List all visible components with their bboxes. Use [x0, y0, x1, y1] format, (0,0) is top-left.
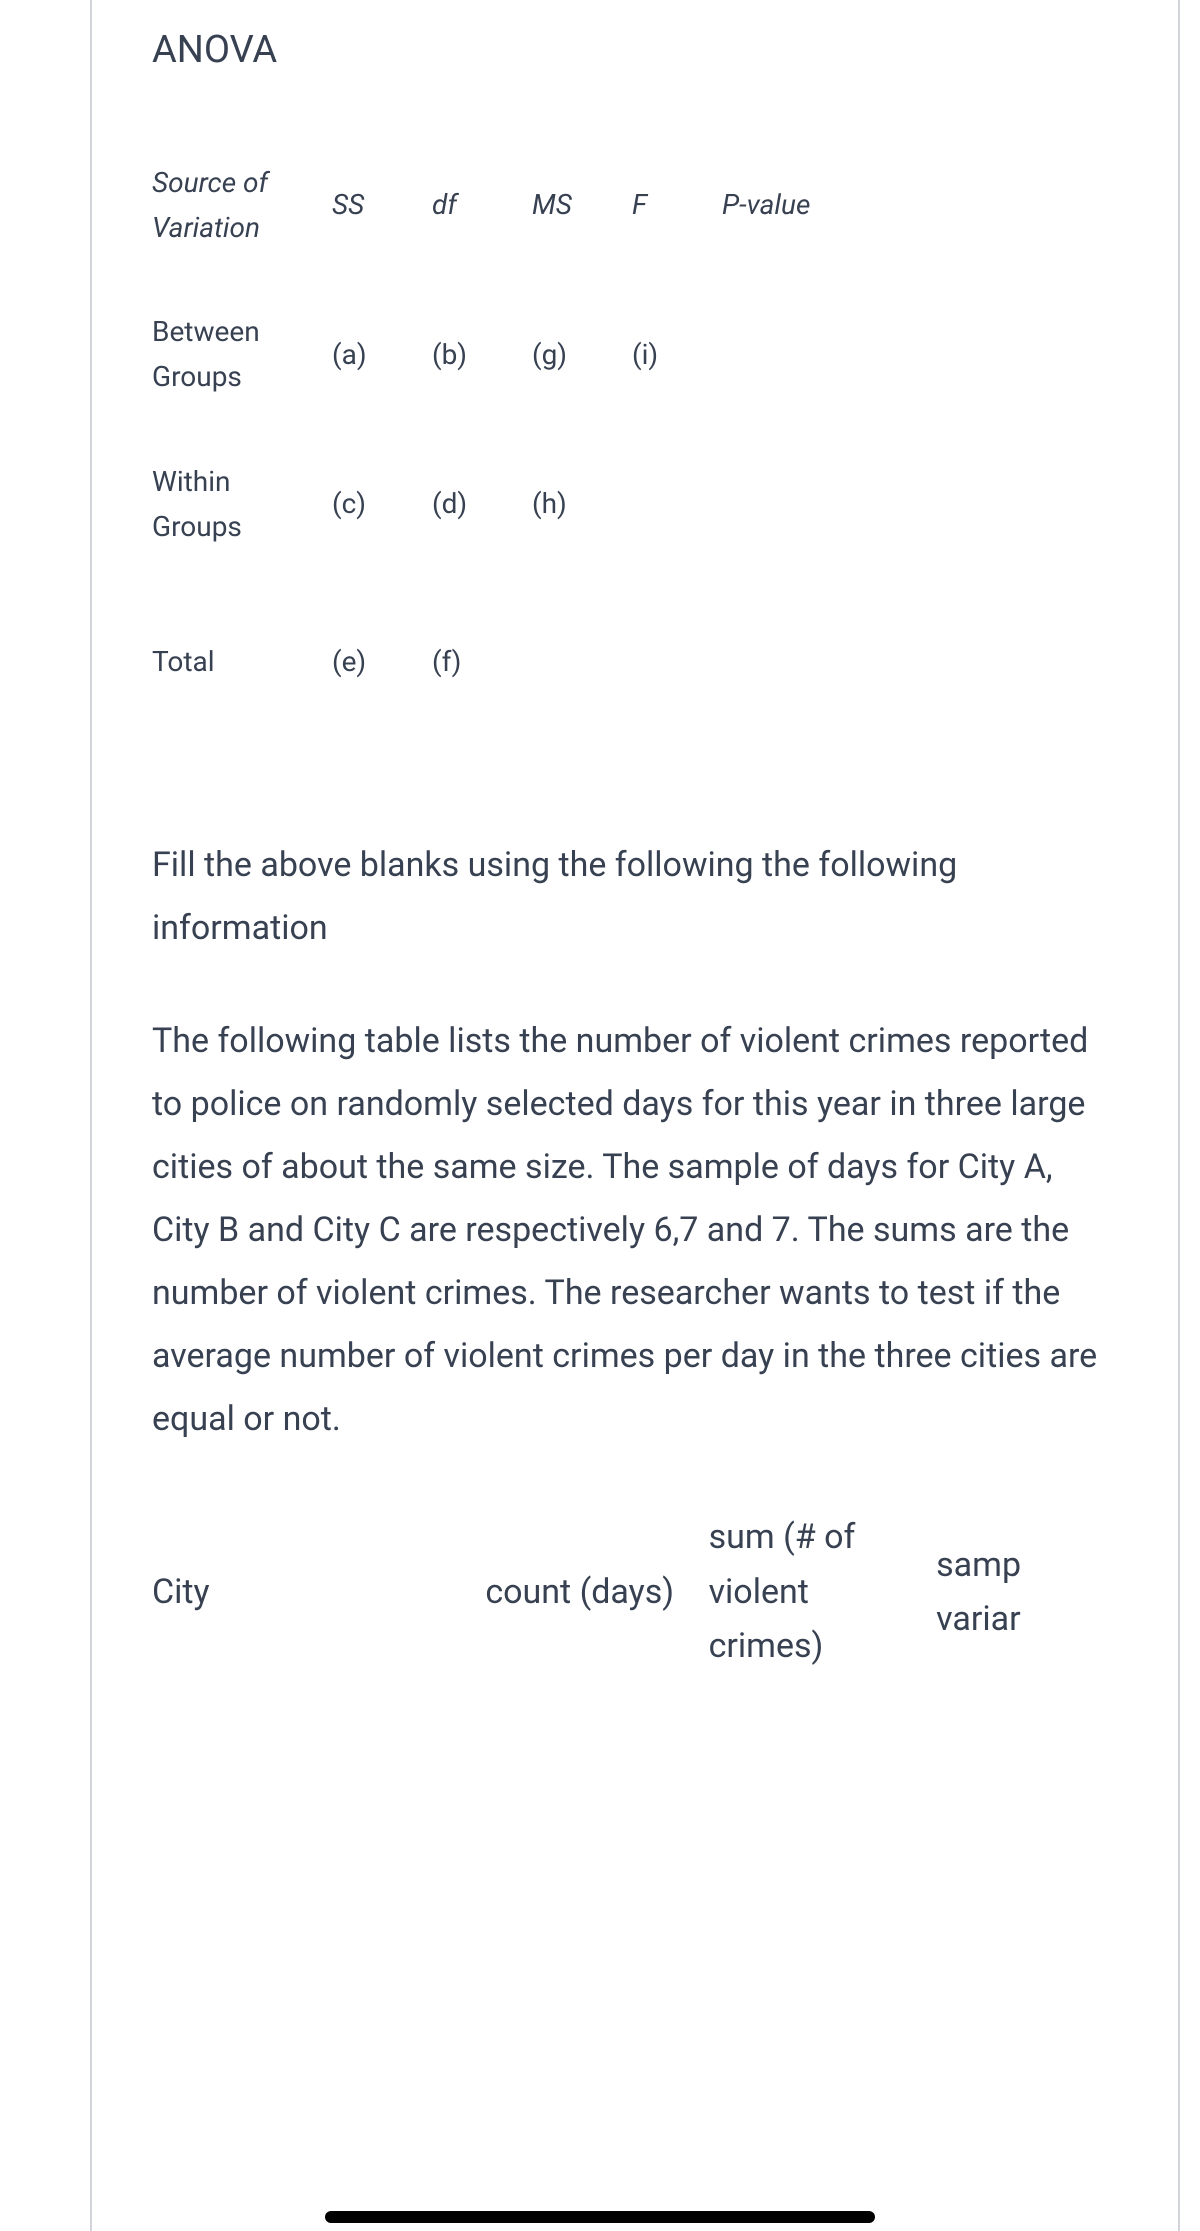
- document-container: ANOVA Source of Variation SS df MS F P-v…: [90, 0, 1180, 2231]
- cell-between-ss: (a): [332, 280, 432, 430]
- data-table: City count (days) sum (# of violent crim…: [152, 1500, 1118, 1683]
- instruction-paragraph: Fill the above blanks using the followin…: [152, 834, 1118, 960]
- cell-total-df: (f): [432, 580, 532, 715]
- header-f: F: [632, 141, 722, 281]
- header-ss: SS: [332, 141, 432, 281]
- header-ms: MS: [532, 141, 632, 281]
- cell-within-ss: (c): [332, 430, 432, 580]
- cell-between-ms: (g): [532, 280, 632, 430]
- cell-between-df: (b): [432, 280, 532, 430]
- cell-total-ms: [532, 580, 632, 715]
- cell-between-f: (i): [632, 280, 722, 430]
- cell-within-label: Within Groups: [152, 430, 332, 580]
- anova-table: Source of Variation SS df MS F P-value B…: [152, 141, 842, 715]
- header-source: Source of Variation: [152, 141, 332, 281]
- cell-within-ms: (h): [532, 430, 632, 580]
- cell-between-label: Between Groups: [152, 280, 332, 430]
- header-samp: samp variar: [936, 1500, 1118, 1683]
- row-within-groups: Within Groups (c) (d) (h): [152, 430, 842, 580]
- data-table-header-row: City count (days) sum (# of violent crim…: [152, 1500, 1118, 1683]
- header-df: df: [432, 141, 532, 281]
- header-count: count (days): [485, 1500, 708, 1683]
- cell-within-f: [632, 430, 722, 580]
- cell-between-p: [722, 280, 842, 430]
- header-pvalue: P-value: [722, 141, 842, 281]
- row-between-groups: Between Groups (a) (b) (g) (i): [152, 280, 842, 430]
- content-area: ANOVA Source of Variation SS df MS F P-v…: [92, 0, 1178, 1724]
- cell-within-p: [722, 430, 842, 580]
- header-city: City: [152, 1500, 485, 1683]
- cell-total-p: [722, 580, 842, 715]
- cell-total-ss: (e): [332, 580, 432, 715]
- cell-total-label: Total: [152, 580, 332, 715]
- problem-paragraph: The following table lists the number of …: [152, 1010, 1118, 1450]
- header-sum: sum (# of violent crimes): [709, 1500, 937, 1683]
- cell-total-f: [632, 580, 722, 715]
- anova-header-row: Source of Variation SS df MS F P-value: [152, 141, 842, 281]
- cell-within-df: (d): [432, 430, 532, 580]
- anova-title: ANOVA: [152, 20, 1118, 81]
- row-total: Total (e) (f): [152, 580, 842, 715]
- horizontal-scrollbar-indicator[interactable]: [325, 2211, 875, 2223]
